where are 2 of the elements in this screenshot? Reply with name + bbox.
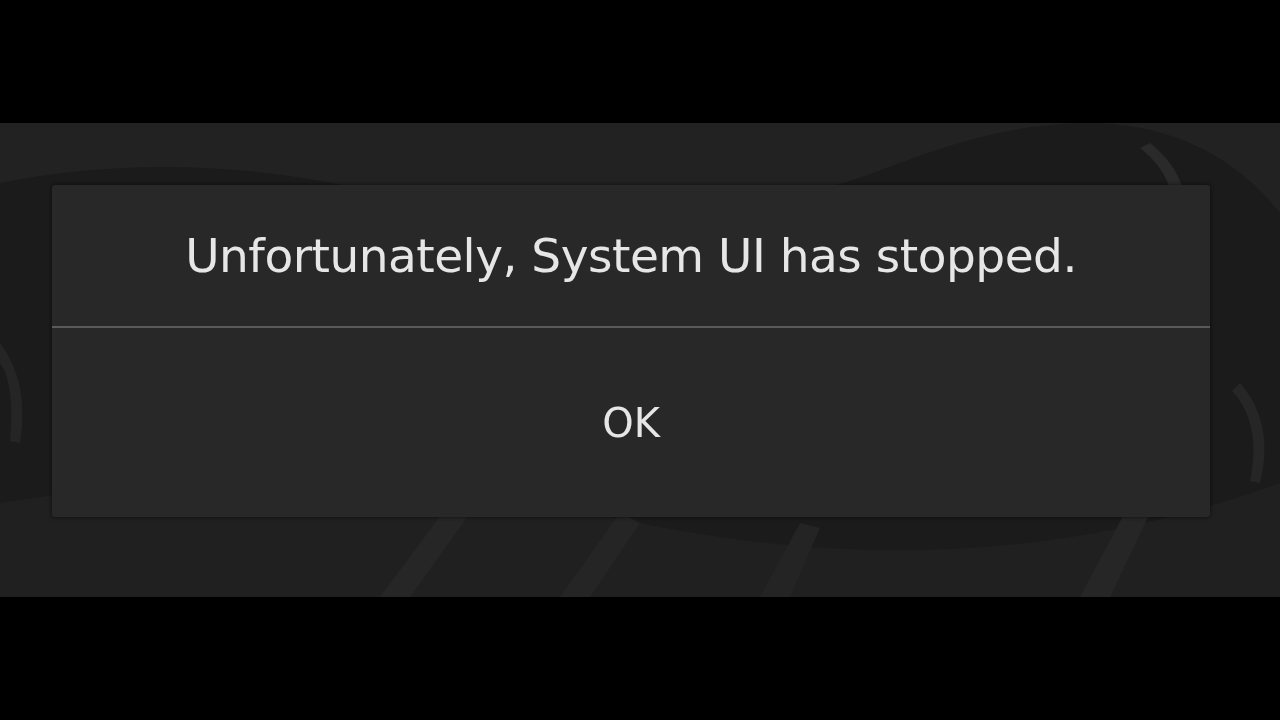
ok-button[interactable]: OK <box>52 328 1210 517</box>
dialog-message: Unfortunately, System UI has stopped. <box>52 185 1210 328</box>
